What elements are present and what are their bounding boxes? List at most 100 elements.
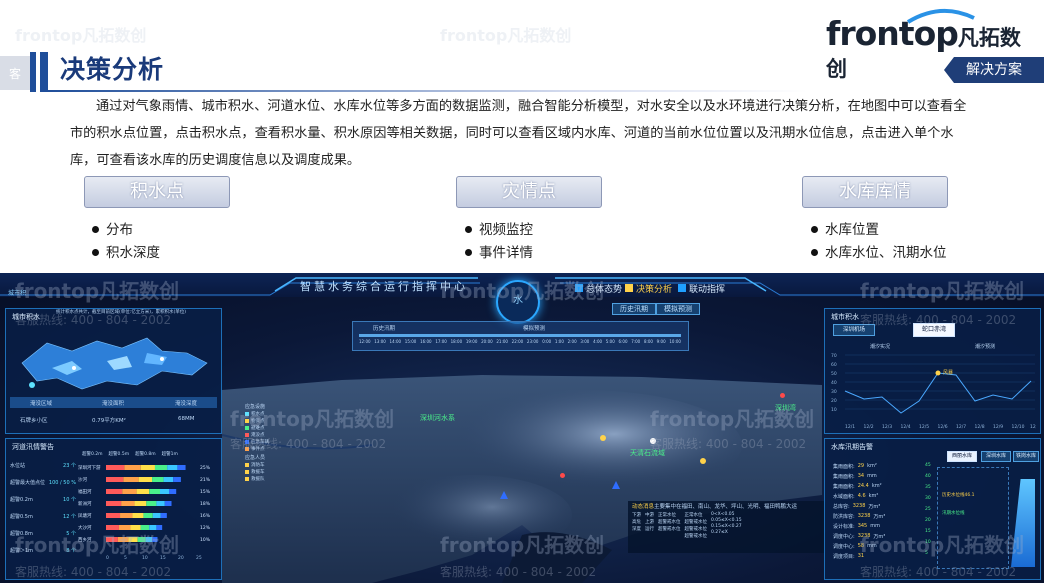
timeline-tick: 21:00	[496, 339, 508, 344]
bullet-item: 积水深度	[92, 241, 160, 261]
legend-item: 消防车	[245, 461, 295, 468]
timeline-tick: 15:00	[404, 339, 417, 344]
table-header: 淹没区域 淹没面积 淹没深度	[10, 397, 217, 408]
tab-reservoir[interactable]: 西丽水库	[947, 451, 977, 462]
bar-segment	[138, 477, 153, 482]
legend-entry: 超警0.5m	[108, 452, 130, 457]
nav-linkage[interactable]: 联动指挥	[678, 282, 725, 295]
legend-col-item: 超警戒水位	[658, 527, 681, 532]
stat-label: 水位站	[10, 463, 26, 469]
bar-segment	[124, 465, 141, 470]
legend-col-item: 高危	[632, 520, 641, 525]
map-marker[interactable]	[560, 473, 565, 478]
timeline-track[interactable]	[359, 334, 681, 337]
simulation-button[interactable]: 模拟预测	[656, 303, 700, 315]
legend-col-item: 中游	[645, 513, 654, 518]
bar-segment	[136, 489, 150, 494]
timeline-tick: 4:00	[593, 339, 603, 344]
reservoir-stat: 集雨面积: 34 mm	[833, 473, 915, 483]
bar-segment	[134, 501, 147, 506]
bar-segment	[140, 465, 155, 470]
map-marker[interactable]	[700, 458, 706, 464]
category-label: 水库库情	[839, 181, 911, 202]
table-row[interactable]: 石牌乡小区 0.79平方KM² 68MM	[10, 414, 217, 425]
category-disaster: 灾情点	[456, 176, 602, 208]
watermark-hotline: 客服热线: 400 - 804 - 2002	[440, 565, 597, 579]
y-tick: 50	[831, 371, 837, 377]
side-tab-label: 客	[9, 67, 22, 81]
map-marker[interactable]	[600, 435, 606, 441]
tide-highlight-point[interactable]	[935, 370, 941, 376]
timeline-tick: 9:00	[656, 339, 666, 344]
reservoir-stat: 防洪库容: 3238 万m³	[833, 513, 915, 523]
x-tick: 25	[196, 555, 202, 561]
timeline-tick: 12:00	[359, 339, 371, 344]
stat-label: 超警0.5m	[10, 514, 33, 520]
history-flood-button[interactable]: 历史汛期	[612, 303, 656, 315]
timeline-tick: 6:00	[618, 339, 628, 344]
bar-segment	[106, 465, 125, 470]
map-marker[interactable]	[612, 481, 620, 489]
category-label: 灾情点	[502, 181, 556, 202]
timeline-tick: 16:00	[420, 339, 432, 344]
left-river-panel: 河道汛情警告 超警0.2m 超警0.5m 超警0.8m 超警1m 水位站 23 个超警最…	[5, 438, 222, 580]
logo-swoosh-icon	[906, 8, 975, 24]
watermark-hotline: 客服热线: 400 - 804 - 2002	[15, 313, 172, 327]
nav-decision[interactable]: 决策分析	[625, 282, 672, 295]
stat-unit: km²	[871, 483, 882, 489]
col-header: 淹没面积	[102, 401, 125, 407]
title-underline	[48, 90, 808, 92]
bar-segment	[160, 489, 169, 494]
timeline-tick: 5:00	[605, 339, 615, 344]
bar-segment	[106, 477, 124, 482]
bar-segment	[169, 489, 177, 494]
tab-reservoir[interactable]: 铁岗水库	[1013, 451, 1039, 462]
bar-segment	[152, 513, 161, 518]
reservoir-stat: 集雨面积: 24.4 km²	[833, 483, 915, 493]
legend-col: 正常水位 超警戒水位 超警戒水位 超警戒水位	[685, 512, 708, 539]
legend-text: 救援队	[251, 476, 265, 482]
category-reservoir: 水库库情	[802, 176, 948, 208]
legend-col-item: 超警戒水位	[658, 520, 681, 525]
title-accent-bar	[30, 52, 36, 92]
map-marker[interactable]	[780, 393, 785, 398]
map-marker[interactable]	[500, 491, 508, 499]
legend-col-item: 0.27≤X	[711, 530, 728, 535]
legend-col-item: 0<X<0.05	[711, 512, 735, 517]
x-tick: 12/11	[1030, 424, 1036, 430]
bar-pct: 15%	[200, 489, 211, 495]
legend-col-item: 超警戒水位	[684, 534, 708, 539]
page-title: 决策分析	[60, 55, 165, 84]
x-tick: 12/10	[1012, 424, 1025, 430]
category-waterlogging: 积水点	[84, 176, 230, 208]
stat-value: 23 个	[63, 463, 76, 469]
timeline-label: 历史汛期	[373, 326, 396, 332]
tab-reservoir[interactable]: 深圳水库	[981, 451, 1011, 462]
legend-col-item: 正常水位	[658, 513, 676, 518]
map-bottom-legend: 动态消息 主要集中在福田、南山、龙华、坪山、光明、福田鸭鹏大运 下游 高危 深度 中游…	[628, 501, 824, 553]
bar-segment	[156, 501, 165, 506]
legend-forecast: 潮汐预测	[975, 344, 996, 350]
timeline-tick: 14:00	[389, 339, 402, 344]
bar-segment	[164, 501, 172, 506]
watermark-hotline: 客服热线: 400 - 804 - 2002	[860, 313, 1017, 327]
bar-segment	[122, 489, 137, 494]
bar-segment	[160, 513, 167, 518]
tide-line	[844, 372, 1032, 414]
watermark-logo: frontop凡拓数创	[440, 533, 605, 557]
stat-label: 设计标准:	[833, 524, 855, 530]
timeline-panel[interactable]: 历史汛期 模拟预测 12:00 13:00 14:00 15:00 16:00 17:00…	[352, 321, 689, 351]
bar-segment	[154, 465, 168, 470]
river-stat-row: 超警0.2m 10 个	[10, 491, 76, 508]
tide-highlight-label: 风暴	[943, 369, 953, 376]
timeline-sub: 模拟预测	[523, 326, 546, 332]
stat-value: 29	[857, 463, 865, 469]
stat-label: 调度项目:	[833, 554, 855, 560]
watermark-logo: frontop凡拓数创	[440, 26, 572, 45]
stat-value: 12 个	[63, 514, 76, 520]
y-tick: 70	[831, 353, 837, 359]
x-tick: 12/7	[956, 424, 966, 430]
stat-unit: km²	[867, 463, 877, 469]
solution-badge: 解决方案	[944, 57, 1044, 83]
panel-title: 水库汛期告警	[831, 443, 873, 451]
